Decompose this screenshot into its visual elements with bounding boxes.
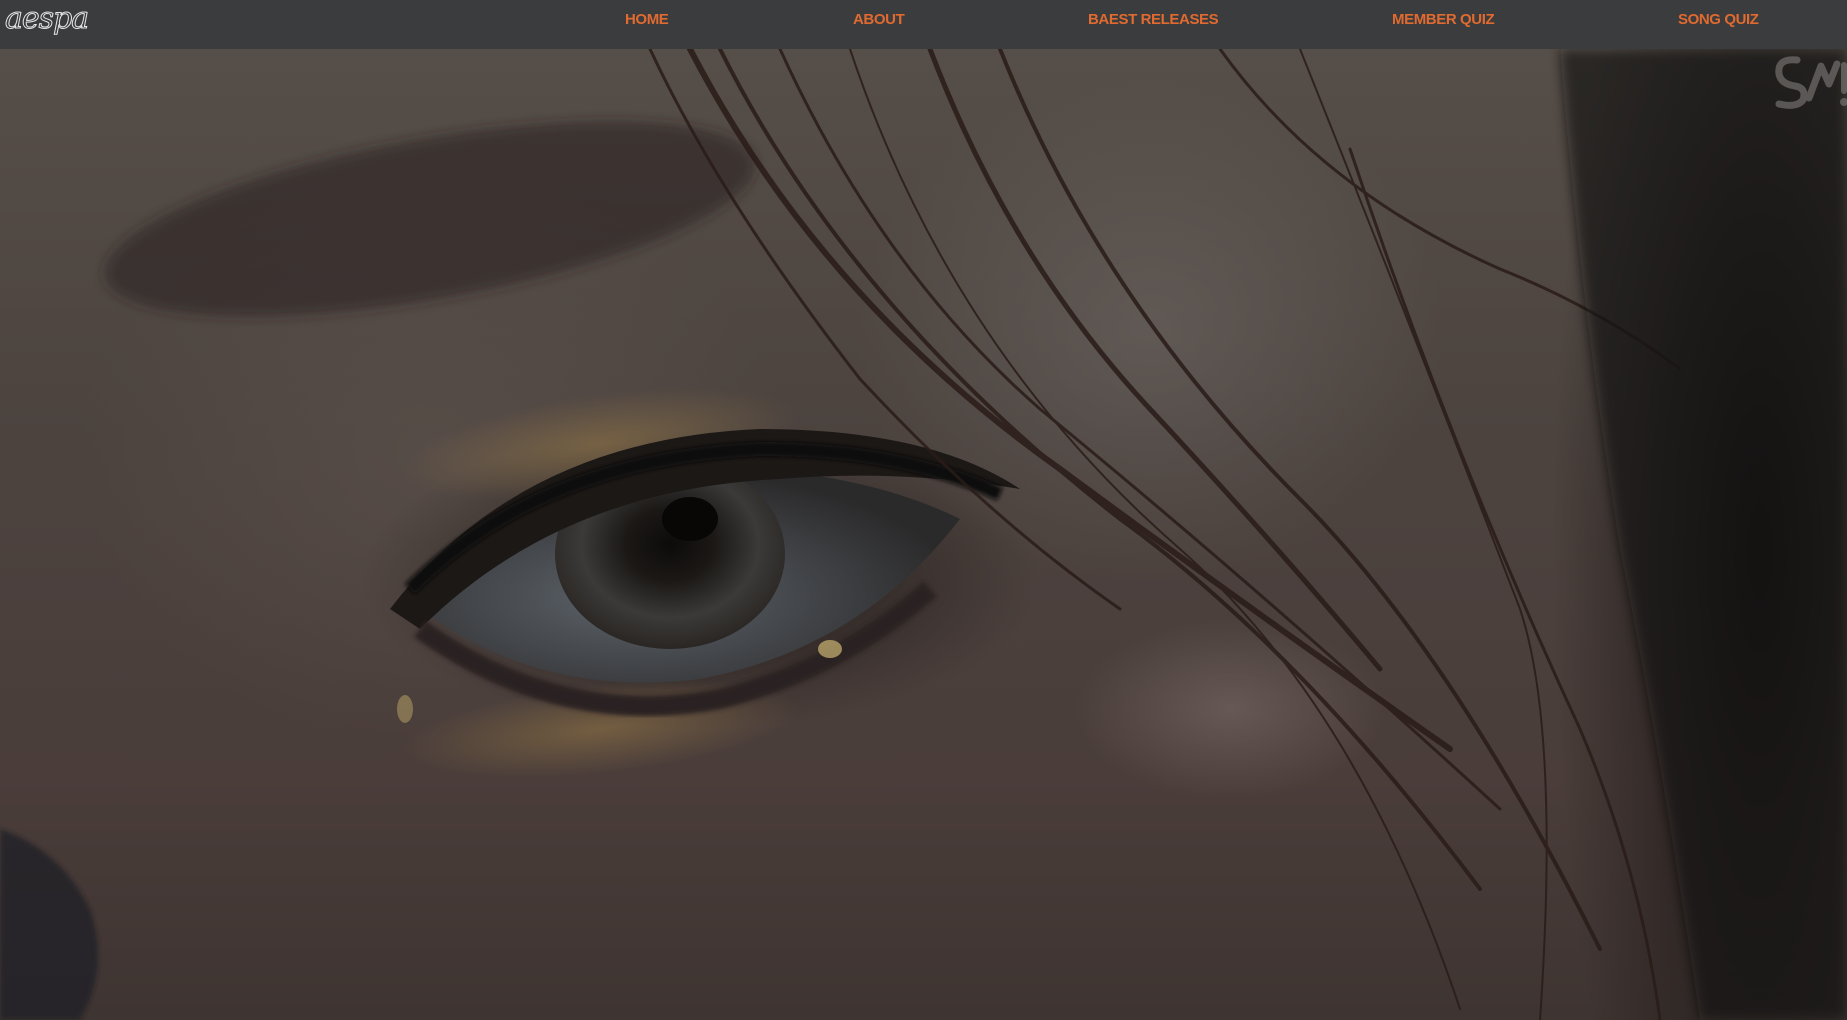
top-navbar: aespa HOME ABOUT BAEST RELEASES MEMBER Q… [0,0,1847,49]
nav-home-link[interactable]: HOME [625,11,669,28]
hero-image [0,49,1847,1020]
nav-member-quiz-link[interactable]: MEMBER QUIZ [1392,11,1495,28]
nav-about-link[interactable]: ABOUT [853,11,905,28]
nav-song-quiz-link[interactable]: SONG QUIZ [1678,11,1759,28]
page: aespa HOME ABOUT BAEST RELEASES MEMBER Q… [0,0,1847,1020]
sm-logo-icon [1775,56,1847,109]
aespa-logo[interactable]: aespa [4,3,89,34]
eye-closeup-photo-icon [0,49,1847,1020]
nav-best-releases-link[interactable]: BAEST RELEASES [1088,11,1219,28]
